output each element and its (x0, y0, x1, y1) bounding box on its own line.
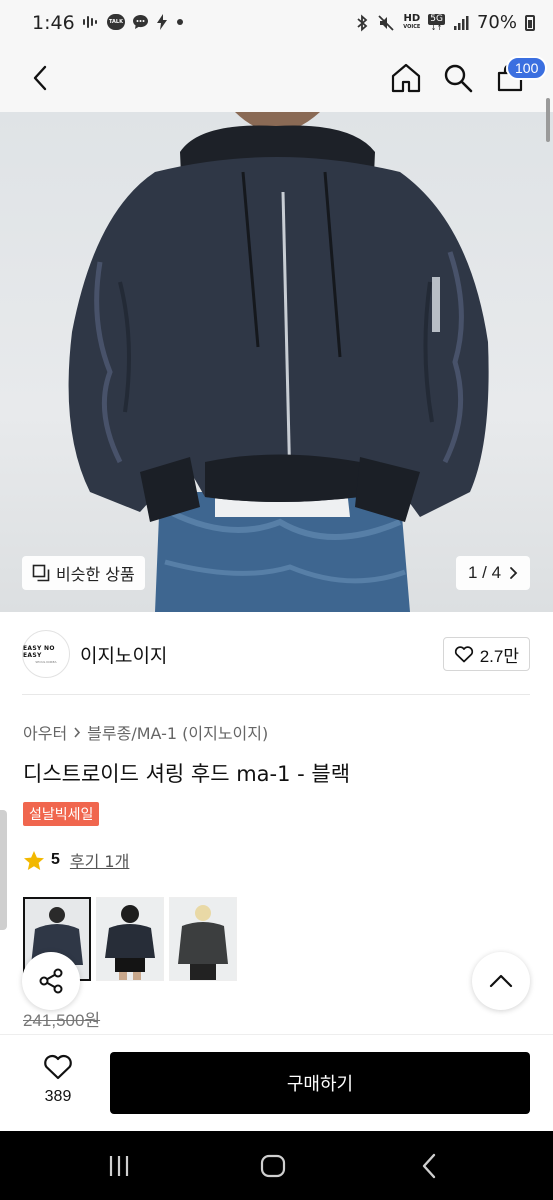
chevron-right-icon (510, 567, 518, 579)
breadcrumb-category[interactable]: 아우터 (23, 720, 67, 744)
wishlist-button[interactable]: 389 (26, 1053, 90, 1106)
heart-outline-icon (44, 1054, 72, 1080)
divider (22, 694, 530, 695)
status-bar: 1:46 TALK HD VOICE 5G ↓↑ 70% (0, 0, 553, 48)
signal-icon (453, 15, 469, 30)
dot-icon (177, 19, 183, 25)
brand-like-button[interactable]: 2.7만 (442, 637, 530, 671)
rating-score: 5 (51, 851, 60, 868)
similar-products-label: 비슷한 상품 (56, 565, 135, 584)
thumbnail-2[interactable] (96, 897, 164, 981)
breadcrumb-subcategory[interactable]: 블루종/MA-1 (이지노이지) (87, 720, 268, 744)
hd-voice-icon: HD VOICE (403, 12, 421, 31)
thumbnail-3[interactable] (169, 897, 237, 981)
back-arrow-icon (422, 1153, 436, 1179)
back-button[interactable] (18, 56, 62, 100)
brand-logo-text: EASY NO EASY (23, 644, 55, 659)
buy-button[interactable]: 구매하기 (110, 1052, 530, 1114)
battery-percent: 70% (476, 12, 517, 33)
status-time: 1:46 (32, 12, 75, 34)
app-header (0, 48, 553, 112)
status-right-icons: HD VOICE 5G ↓↑ 70% (355, 12, 535, 33)
status-left-icons: TALK (82, 14, 185, 30)
battery-icon (525, 14, 535, 31)
chevron-left-icon (33, 65, 47, 91)
recent-apps-button[interactable] (104, 1151, 134, 1181)
chevron-up-icon (489, 974, 513, 988)
home-icon (391, 63, 421, 93)
pager-text: 1 / 4 (468, 563, 502, 582)
audio-wave-icon (83, 16, 97, 28)
brand-logo-subtext: SEOUL KOREA (35, 659, 57, 664)
network-5g-icon: 5G ↓↑ (428, 13, 445, 32)
image-pager[interactable]: 1 / 4 (456, 556, 531, 590)
star-icon (24, 850, 44, 870)
heart-outline-icon (454, 646, 473, 663)
scroll-to-top-button[interactable] (472, 952, 530, 1010)
brand-logo[interactable]: EASY NO EASY SEOUL KOREA (22, 630, 70, 678)
scrollbar-thumb[interactable] (546, 98, 550, 142)
rating-row: 5 후기 1개 (23, 848, 129, 872)
thumbnail-photo (97, 898, 163, 980)
back-nav-button[interactable] (414, 1151, 444, 1181)
brand-row: EASY NO EASY SEOUL KOREA 이지노이지 2.7만 (22, 628, 532, 684)
search-button[interactable] (436, 56, 480, 100)
sale-badge: 설날빅세일 (23, 802, 100, 826)
copy-icon (32, 564, 50, 582)
recent-apps-icon (109, 1156, 129, 1176)
flash-icon (157, 14, 167, 30)
reviews-link[interactable]: 후기 1개 (70, 848, 129, 872)
network-label: 5G (428, 13, 445, 25)
chevron-right-icon (74, 726, 81, 738)
system-nav-bar (0, 1131, 553, 1200)
home-square-icon (260, 1154, 286, 1178)
hd-label: HD (403, 12, 421, 24)
jacket-photo (68, 112, 489, 612)
home-button[interactable] (384, 56, 428, 100)
bluetooth-icon (357, 14, 368, 31)
brand-likes-count: 2.7만 (479, 646, 519, 666)
similar-products-button[interactable]: 비슷한 상품 (22, 556, 145, 590)
chat-bubble-icon (133, 15, 148, 29)
mute-icon (378, 14, 394, 31)
purchase-bar: 389 구매하기 (0, 1034, 553, 1131)
voice-label: VOICE (403, 23, 421, 30)
search-icon (444, 64, 473, 93)
cart-count-badge: 100 (506, 56, 548, 80)
brand-name[interactable]: 이지노이지 (80, 641, 167, 668)
original-price: 241,500원 (23, 1011, 101, 1030)
talk-icon: TALK (107, 14, 125, 30)
thumbnail-photo (170, 898, 236, 980)
home-nav-button[interactable] (258, 1151, 288, 1181)
breadcrumb: 아우터 블루종/MA-1 (이지노이지) (23, 720, 268, 744)
share-button[interactable] (22, 952, 80, 1010)
product-image[interactable] (0, 112, 553, 612)
product-title: 디스트로이드 셔링 후드 ma-1 - 블랙 (23, 762, 351, 786)
share-icon (39, 968, 63, 994)
edge-panel-handle[interactable] (0, 810, 7, 930)
wishlist-count: 389 (44, 1088, 72, 1105)
